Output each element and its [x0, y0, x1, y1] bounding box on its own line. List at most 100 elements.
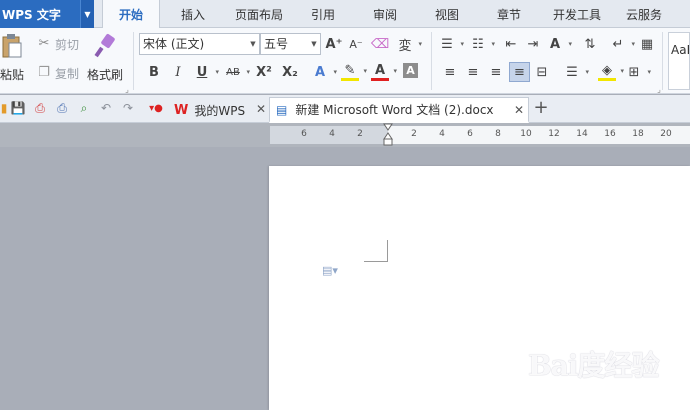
align-center-icon[interactable]: ≡	[464, 63, 482, 81]
align-right-icon[interactable]: ≡	[487, 63, 505, 81]
subscript-icon[interactable]: X₂	[281, 63, 299, 81]
ribbon-home: 粘贴 ✂ 剪切 ❐ 复制 格式刷 ⌟ 宋体 (正文) ▼ 五号 ▼ A⁺ A⁻ …	[0, 28, 690, 94]
paste-button[interactable]	[0, 32, 24, 60]
distributed-align-icon[interactable]: ⊟	[533, 63, 551, 81]
tab-my-wps-label: 我的WPS	[194, 103, 246, 118]
undo-icon[interactable]: ↶	[98, 100, 114, 116]
ruler-tick: 16	[604, 129, 616, 139]
watermark: Bai度经验 jingyan.baidu.com	[528, 340, 678, 400]
horizontal-ruler[interactable]: 6 4 2 2 4 6 8 10 12 14 16 18 20	[270, 126, 690, 144]
ruler-tick: 10	[520, 129, 532, 139]
table-borders-icon[interactable]: ▦	[638, 35, 656, 53]
grow-font-icon[interactable]: A⁺	[325, 35, 343, 53]
decrease-indent-icon[interactable]: ⇤	[502, 35, 520, 53]
copy-icon: ❐	[38, 64, 50, 80]
tab-my-wps[interactable]: W 我的WPS ✕	[168, 97, 270, 123]
ruler-tick: 4	[329, 129, 335, 139]
paste-icon	[2, 34, 22, 58]
superscript-icon[interactable]: X²	[255, 63, 273, 81]
indent-marker-icon[interactable]	[383, 123, 393, 147]
highlight-icon[interactable]: ✎	[341, 63, 367, 81]
tab-active-document[interactable]: ▤ 新建 Microsoft Word 文档 (2).docx ✕	[269, 97, 529, 123]
watermark-url: jingyan.baidu.com	[532, 380, 634, 393]
close-icon[interactable]: ✕	[514, 103, 524, 117]
ruler-tick: 6	[467, 129, 473, 139]
ruler-tick: 8	[495, 129, 501, 139]
menu-bar: WPS 文字 ▼ 开始 插入 页面布局 引用 审阅 视图 章节 开发工具 云服务	[0, 0, 690, 29]
print-icon[interactable]: ⎙	[54, 100, 70, 116]
app-menu-dropdown-icon[interactable]: ▼	[80, 0, 94, 28]
ruler-tick: 4	[439, 129, 445, 139]
app-title: WPS 文字	[2, 7, 61, 22]
ruler-tick: 2	[357, 129, 363, 139]
paste-label[interactable]: 粘贴	[0, 66, 24, 83]
chevron-down-icon: ▼	[311, 40, 317, 48]
tab-developer[interactable]: 开发工具	[546, 0, 608, 28]
change-case-icon[interactable]: A	[546, 35, 572, 53]
chevron-down-icon: ▼	[250, 40, 256, 48]
brush-icon	[94, 34, 115, 58]
ruler-tick: 18	[632, 129, 644, 139]
save-icon[interactable]: 💾	[10, 100, 26, 116]
tab-view[interactable]: 视图	[424, 0, 470, 28]
tab-active-document-label: 新建 Microsoft Word 文档 (2).docx	[295, 103, 494, 117]
strikethrough-icon[interactable]: AB	[224, 63, 250, 81]
new-tab-icon[interactable]: +	[533, 97, 549, 118]
char-shading-icon[interactable]: A	[403, 63, 418, 78]
ruler-tick: 12	[548, 129, 560, 139]
clear-format-icon[interactable]: ⌫	[371, 35, 389, 53]
pdf-icon[interactable]: ⎙	[32, 100, 48, 116]
preview-icon[interactable]: ⌕	[76, 100, 92, 116]
tab-insert[interactable]: 插入	[170, 0, 216, 28]
tab-home[interactable]: 开始	[102, 0, 160, 29]
font-size-value: 五号	[264, 37, 289, 51]
close-icon[interactable]: ✕	[256, 102, 266, 116]
font-name-value: 宋体 (正文)	[143, 37, 205, 51]
tab-references[interactable]: 引用	[300, 0, 346, 28]
ruler-tick: 6	[301, 129, 307, 139]
tab-page-layout[interactable]: 页面布局	[226, 0, 292, 28]
underline-icon[interactable]: U	[193, 63, 219, 81]
sort-icon[interactable]: ⇅	[581, 35, 599, 53]
app-menu-button[interactable]: WPS 文字 ▼	[0, 0, 94, 28]
border-icon[interactable]: ⊞	[625, 63, 651, 81]
show-marks-icon[interactable]: ↵	[609, 35, 635, 53]
font-size-select[interactable]: 五号 ▼	[260, 33, 321, 55]
margin-corner-mark	[364, 240, 388, 262]
tab-review[interactable]: 审阅	[362, 0, 408, 28]
pinyin-guide-icon[interactable]: 変	[396, 35, 422, 54]
font-name-select[interactable]: 宋体 (正文) ▼	[139, 33, 260, 55]
shading-icon[interactable]: ◈	[598, 63, 624, 81]
redo-icon[interactable]: ↷	[120, 100, 136, 116]
document-tab-bar: ▮ 💾 ⎙ ⎙ ⌕ ↶ ↷ ▾● W 我的WPS ✕ ▤ 新建 Microsof…	[0, 95, 690, 123]
ribbon-separator	[133, 32, 134, 90]
font-color-icon[interactable]: A	[371, 63, 397, 81]
increase-indent-icon[interactable]: ⇥	[524, 35, 542, 53]
style-gallery[interactable]: AaBl	[668, 32, 690, 90]
tab-chapter[interactable]: 章节	[486, 0, 532, 28]
format-painter-button[interactable]	[92, 32, 118, 60]
ruler-tick: 14	[576, 129, 588, 139]
italic-icon[interactable]: I	[169, 63, 187, 81]
shrink-font-icon[interactable]: A⁻	[347, 35, 365, 53]
wps-logo-icon: W	[174, 102, 189, 118]
customize-toolbar-icon[interactable]: ▾●	[148, 100, 164, 116]
scissors-icon: ✂	[38, 35, 50, 51]
style-preview-text: AaBl	[671, 43, 689, 57]
bold-icon[interactable]: B	[145, 63, 163, 81]
numbered-list-icon[interactable]: ☷	[469, 35, 495, 53]
ruler-tick: 2	[411, 129, 417, 139]
align-left-icon[interactable]: ≡	[441, 63, 459, 81]
bullet-list-icon[interactable]: ☰	[438, 35, 464, 53]
copy-button[interactable]: 复制	[55, 65, 79, 82]
ribbon-separator	[662, 32, 663, 90]
ruler-tick: 20	[660, 129, 672, 139]
watermark-logo: Bai度经验	[528, 349, 659, 382]
paragraph-options-icon[interactable]: ▤▾	[322, 264, 338, 277]
cut-button[interactable]: 剪切	[55, 36, 79, 53]
text-effect-icon[interactable]: A	[311, 63, 337, 81]
ribbon-separator	[431, 32, 432, 90]
line-spacing-icon[interactable]: ☰	[563, 63, 589, 81]
tab-cloud-service[interactable]: 云服务	[618, 0, 670, 28]
justify-icon[interactable]: ≡	[509, 62, 530, 82]
